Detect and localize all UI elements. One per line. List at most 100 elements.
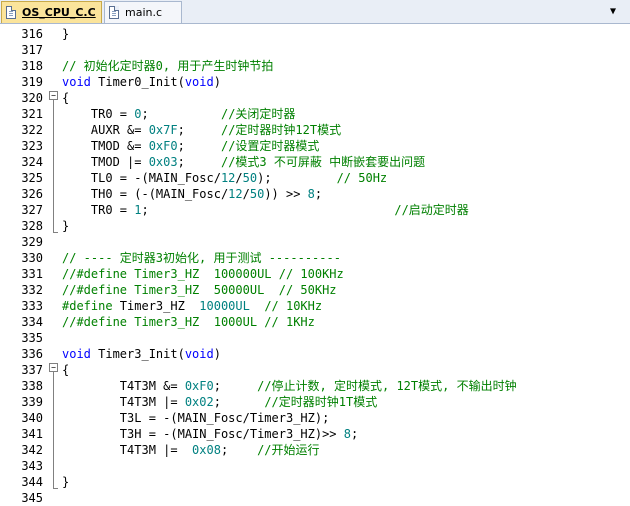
code-token: //定时器时钟12T模式 (220, 123, 342, 137)
line-number: 343 (21, 459, 43, 473)
code-line: #define Timer3_HZ 10000UL // 10KHz (62, 298, 322, 314)
tab-os-cpu-c[interactable]: OS_CPU_C.C (1, 1, 102, 23)
line-number: 338 (21, 379, 43, 393)
code-token: 50 (242, 171, 258, 185)
code-line: // ---- 定时器3初始化, 用于测试 ---------- (62, 250, 341, 266)
code-line: T4T3M |= 0x08; //开始运行 (62, 442, 320, 458)
code-token: / (235, 171, 243, 185)
code-token: void (184, 75, 214, 89)
code-token: //#define Timer3_HZ 50000UL // 50KHz (62, 283, 337, 297)
chevron-down-icon[interactable]: ▼ (606, 4, 620, 18)
fold-margin: − − (48, 24, 60, 505)
code-line: //#define Timer3_HZ 1000UL // 1KHz (62, 314, 315, 330)
code-token: TR0 = (62, 107, 135, 121)
code-token: TMOD |= (62, 155, 149, 169)
code-token: TR0 = (62, 203, 135, 217)
code-line: } (62, 218, 69, 234)
line-number: 319 (21, 75, 43, 89)
tab-label: OS_CPU_C.C (22, 6, 96, 19)
line-number: 321 (21, 107, 43, 121)
line-number: 337 (21, 363, 43, 377)
code-token: T3H = -(MAIN_Fosc/Timer3_HZ)>> (62, 427, 344, 441)
line-number: 320 (21, 91, 43, 105)
code-line: TR0 = 0; //关闭定时器 (62, 106, 296, 122)
code-token: void (62, 75, 91, 89)
code-token: Timer3_HZ (112, 299, 200, 313)
fold-toggle-icon[interactable]: − (49, 363, 58, 372)
code-token: ; (141, 107, 221, 121)
code-token: #define (62, 299, 113, 313)
code-token: T3L = -(MAIN_Fosc/Timer3_HZ); (62, 411, 330, 425)
code-token: //定时器时钟1T模式 (264, 395, 378, 409)
code-token: // 50Hz (336, 171, 388, 185)
code-line: } (62, 26, 69, 42)
code-token: { (62, 91, 70, 105)
code-token: 12 (228, 187, 243, 201)
code-token: T4T3M |= (62, 395, 185, 409)
code-line: //#define Timer3_HZ 50000UL // 50KHz (62, 282, 337, 298)
line-number: 322 (21, 123, 43, 137)
editor-tab-bar: OS_CPU_C.C main.c ▼ (0, 0, 630, 24)
code-token: //开始运行 (257, 443, 320, 457)
line-number: 340 (21, 411, 43, 425)
code-token: 0x7F (148, 123, 178, 137)
code-token: T4T3M |= (62, 443, 193, 457)
code-token: { (62, 363, 70, 377)
line-number: 329 (21, 235, 43, 249)
code-line: { (62, 362, 69, 378)
code-token: 12 (220, 171, 236, 185)
code-line: TR0 = 1; //启动定时器 (62, 202, 469, 218)
code-token: 0xF0 (184, 379, 214, 393)
code-token: // ---- 定时器3初始化, 用于测试 ---------- (62, 251, 341, 265)
code-token: AUXR &= (62, 123, 149, 137)
code-line: //#define Timer3_HZ 100000UL // 100KHz (62, 266, 344, 282)
line-number: 317 (21, 43, 43, 57)
code-token: //启动定时器 (394, 203, 469, 217)
code-token: 50 (249, 187, 265, 201)
code-token: 0x02 (184, 395, 214, 409)
code-token: // 10KHz (264, 299, 323, 313)
code-token: ) (213, 75, 221, 89)
c-file-icon (6, 6, 16, 19)
code-token: 0x08 (192, 443, 221, 457)
code-token: ; (141, 203, 395, 217)
code-token: //停止计数, 定时模式, 12T模式, 不输出时钟 (257, 379, 517, 393)
fold-guide (53, 100, 54, 232)
line-number: 327 (21, 203, 43, 217)
code-line: { (62, 90, 69, 106)
line-number: 318 (21, 59, 43, 73)
line-number: 325 (21, 171, 43, 185)
line-number: 328 (21, 219, 43, 233)
code-token: //设置定时器模式 (220, 139, 320, 153)
fold-toggle-icon[interactable]: − (49, 91, 58, 100)
code-line: } (62, 474, 69, 490)
line-number: 339 (21, 395, 43, 409)
code-token: ; (177, 139, 221, 153)
code-token: TL0 = -(MAIN_Fosc/ (62, 171, 221, 185)
code-line: TL0 = -(MAIN_Fosc/12/50); // 50Hz (62, 170, 387, 186)
code-token: //关闭定时器 (220, 107, 296, 121)
line-number: 326 (21, 187, 43, 201)
code-line: void Timer3_Init(void) (62, 346, 221, 362)
code-token: TMOD &= (62, 139, 149, 153)
fold-guide-end (53, 232, 58, 233)
line-number: 331 (21, 267, 43, 281)
line-number: 342 (21, 443, 43, 457)
code-token: )) >> (264, 187, 308, 201)
code-token: 8 (343, 427, 351, 441)
line-number: 316 (21, 27, 43, 41)
line-number: 334 (21, 315, 43, 329)
c-file-icon (109, 6, 119, 19)
code-token: 0xF0 (148, 139, 178, 153)
tab-label: main.c (125, 6, 163, 19)
line-number: 324 (21, 155, 43, 169)
tab-main-c[interactable]: main.c (104, 1, 182, 23)
code-token: Timer0_Init( (90, 75, 185, 89)
code-token: ; (220, 443, 258, 457)
code-token: / (242, 187, 250, 201)
code-token: void (184, 347, 214, 361)
fold-guide (53, 372, 54, 488)
code-line: TH0 = (-(MAIN_Fosc/12/50)) >> 8; (62, 186, 322, 202)
code-line: TMOD &= 0xF0; //设置定时器模式 (62, 138, 320, 154)
